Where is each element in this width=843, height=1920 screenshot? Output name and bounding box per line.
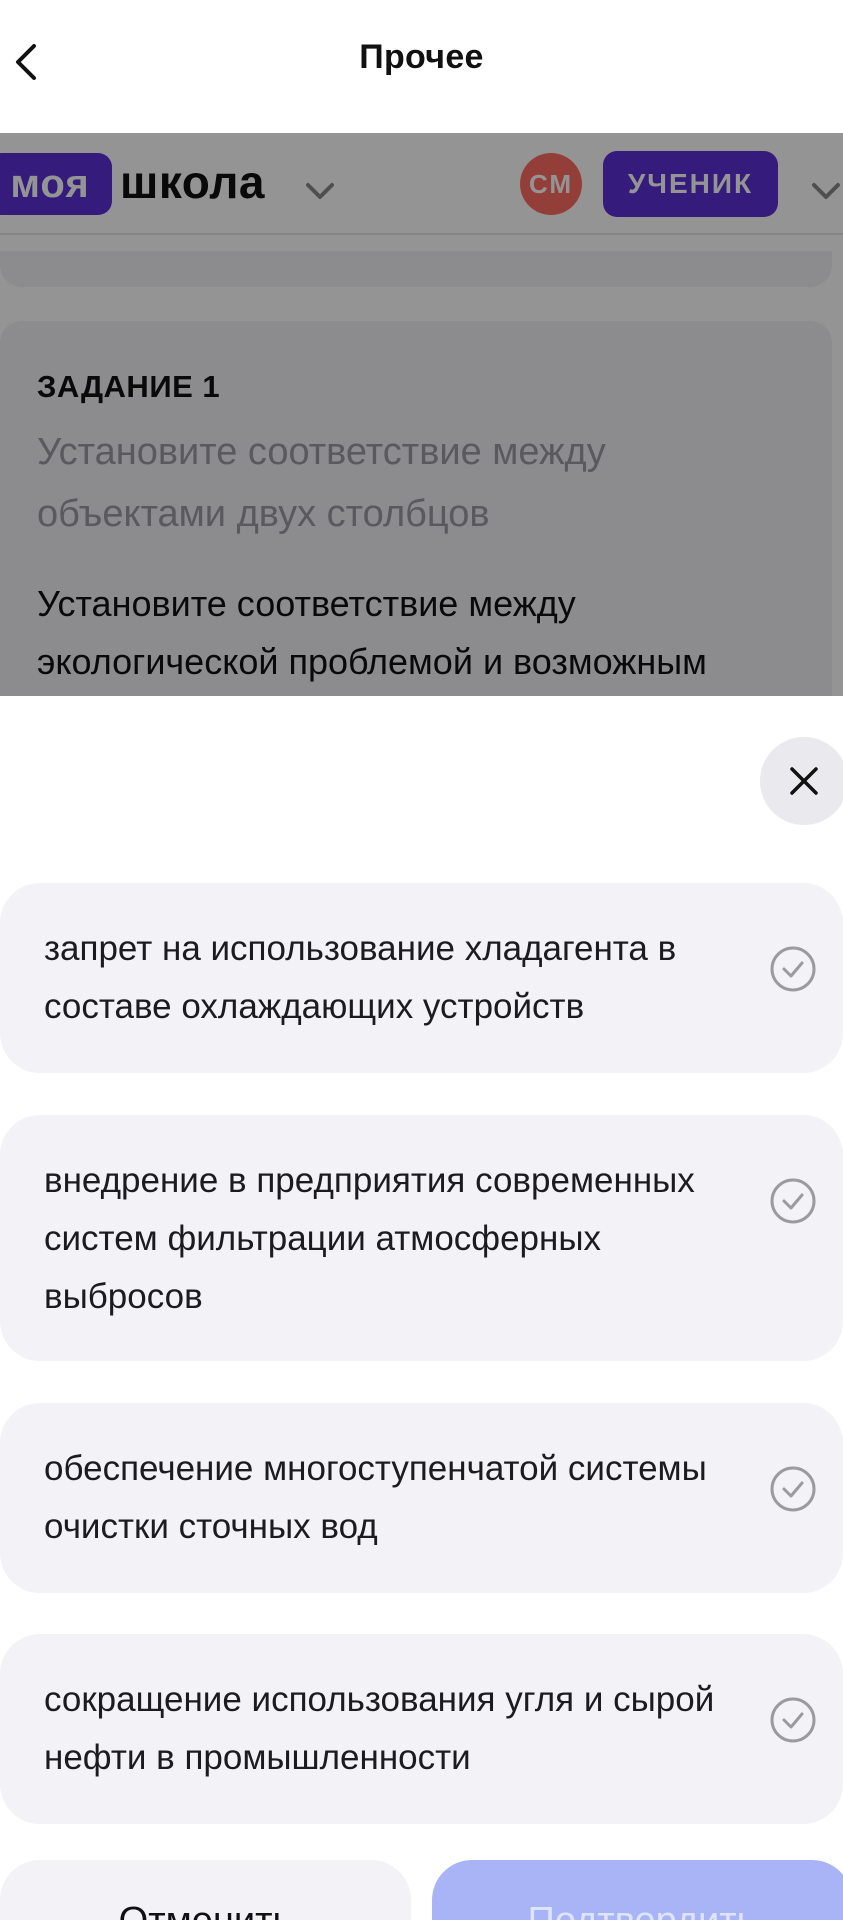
option-label: внедрение в предприятия современных сист… [44, 1161, 695, 1316]
confirm-button[interactable]: Подтвердить [432, 1860, 843, 1920]
check-circle-icon [770, 1697, 816, 1743]
screen: Прочее моя школа СМ УЧЕНИК ЗАДАНИЕ 1 Уст… [0, 0, 843, 1920]
bottom-sheet: запрет на использование хладагента в сос… [0, 696, 843, 1920]
close-button[interactable] [760, 737, 843, 825]
check-circle-icon [770, 1178, 816, 1224]
option-item[interactable]: внедрение в предприятия современных сист… [0, 1115, 843, 1361]
page-title: Прочее [359, 38, 484, 76]
top-navbar: Прочее [0, 0, 843, 133]
option-item[interactable]: обеспечение многоступенчатой системы очи… [0, 1403, 843, 1593]
option-label: обеспечение многоступенчатой системы очи… [44, 1449, 707, 1546]
close-icon [790, 767, 818, 795]
cancel-button[interactable]: Отменить [0, 1860, 411, 1920]
option-label: сокращение использования угля и сырой не… [44, 1680, 715, 1777]
dim-overlay[interactable] [0, 133, 843, 696]
check-circle-icon [770, 1466, 816, 1512]
option-label: запрет на использование хладагента в сос… [44, 929, 677, 1026]
check-circle-icon [770, 946, 816, 992]
option-item[interactable]: запрет на использование хладагента в сос… [0, 883, 843, 1073]
background-page: моя школа СМ УЧЕНИК ЗАДАНИЕ 1 Установите… [0, 133, 843, 696]
option-item[interactable]: сокращение использования угля и сырой не… [0, 1634, 843, 1824]
